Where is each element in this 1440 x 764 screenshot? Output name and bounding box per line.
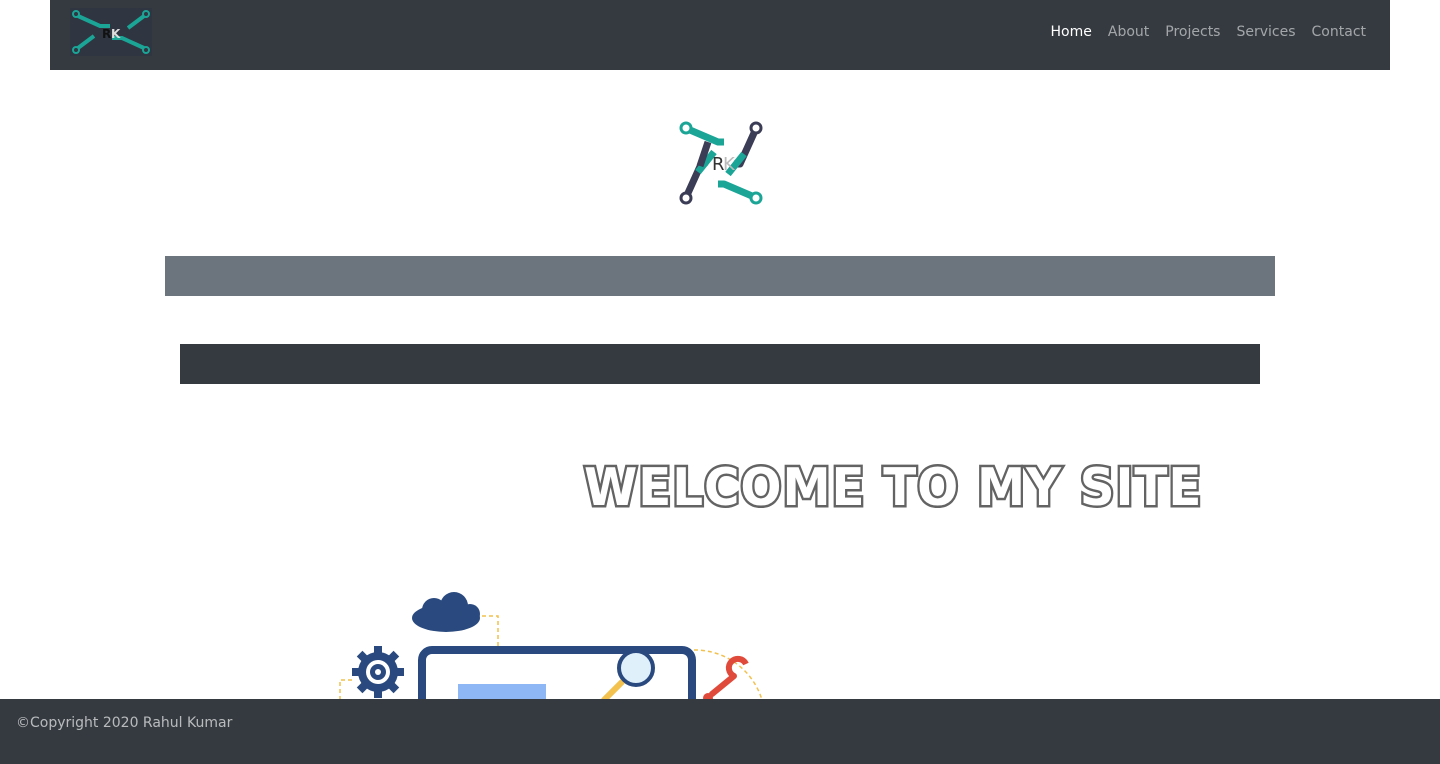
navbar: R K Home About Projects Services Contact	[50, 0, 1390, 70]
hero-logo: R K	[678, 120, 764, 206]
welcome-heading: Welcome to my site	[582, 456, 1204, 521]
rk-logo-icon: R K	[679, 121, 763, 205]
nav-link-projects[interactable]: Projects	[1165, 22, 1220, 42]
dark-banner-bar	[180, 344, 1260, 384]
rk-logo-icon: R K	[70, 8, 152, 56]
copyright-text: ©Copyright 2020 Rahul Kumar	[16, 715, 233, 731]
nav-link-services[interactable]: Services	[1236, 22, 1295, 42]
web-development-illustration	[339, 592, 763, 724]
hero-illustration	[336, 592, 768, 724]
nav-link-contact[interactable]: Contact	[1312, 22, 1366, 42]
svg-text:R: R	[102, 27, 111, 41]
nav-links: Home About Projects Services Contact	[1051, 22, 1366, 42]
svg-text:K: K	[111, 27, 121, 41]
footer: ©Copyright 2020 Rahul Kumar	[0, 699, 1440, 764]
gear-icon	[352, 646, 404, 698]
brand-logo[interactable]: R K	[70, 8, 152, 56]
cloud-icon	[412, 592, 480, 632]
svg-text:K: K	[723, 154, 736, 175]
nav-link-home[interactable]: Home	[1051, 22, 1092, 42]
wrench-icon	[703, 655, 749, 703]
nav-link-about[interactable]: About	[1108, 22, 1149, 42]
gray-banner-bar	[165, 256, 1275, 296]
